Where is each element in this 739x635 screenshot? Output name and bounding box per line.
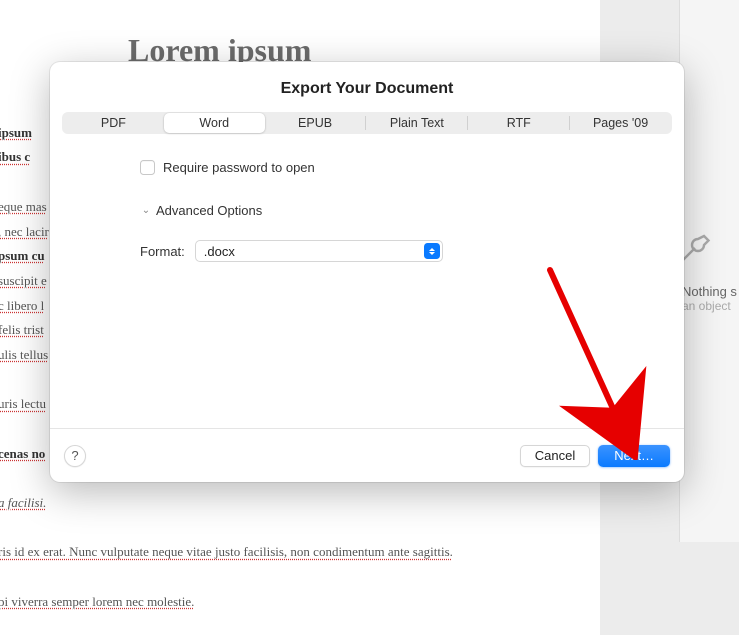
tab-pdf[interactable]: PDF bbox=[63, 113, 164, 133]
dialog-footer: ? Cancel Next… bbox=[50, 428, 684, 482]
chevron-down-icon: ⌄ bbox=[140, 205, 152, 216]
require-password-label: Require password to open bbox=[163, 160, 315, 175]
advanced-options-toggle[interactable]: ⌄ Advanced Options bbox=[140, 203, 594, 218]
format-label: Format: bbox=[140, 244, 185, 259]
next-button-label: Next… bbox=[614, 448, 654, 463]
modal-overlay: Export Your Document PDFWordEPUBPlain Te… bbox=[0, 0, 739, 542]
format-row: Format: .docx bbox=[140, 240, 594, 262]
cancel-button-label: Cancel bbox=[535, 448, 575, 463]
tab-epub[interactable]: EPUB bbox=[265, 113, 366, 133]
format-tabs: PDFWordEPUBPlain TextRTFPages '09 bbox=[62, 112, 672, 134]
help-icon: ? bbox=[71, 448, 78, 463]
require-password-checkbox[interactable] bbox=[140, 160, 155, 175]
tab-plain-text[interactable]: Plain Text bbox=[366, 113, 467, 133]
next-button[interactable]: Next… bbox=[598, 445, 670, 467]
select-stepper-icon bbox=[424, 243, 440, 259]
cancel-button[interactable]: Cancel bbox=[520, 445, 590, 467]
tab-rtf[interactable]: RTF bbox=[468, 113, 569, 133]
help-button[interactable]: ? bbox=[64, 445, 86, 467]
tab-word[interactable]: Word bbox=[164, 113, 265, 133]
export-dialog: Export Your Document PDFWordEPUBPlain Te… bbox=[50, 62, 684, 482]
dialog-body: Require password to open ⌄ Advanced Opti… bbox=[50, 134, 684, 428]
doc-line bbox=[0, 565, 600, 590]
dialog-title: Export Your Document bbox=[50, 62, 684, 112]
format-select[interactable]: .docx bbox=[195, 240, 443, 262]
doc-line: ris id ex erat. Nunc vulputate neque vit… bbox=[0, 540, 600, 565]
tab-pages-09[interactable]: Pages '09 bbox=[570, 113, 671, 133]
doc-line: pi viverra semper lorem nec molestie. bbox=[0, 590, 600, 615]
advanced-options-label: Advanced Options bbox=[156, 203, 262, 218]
format-value: .docx bbox=[204, 244, 235, 259]
require-password-row[interactable]: Require password to open bbox=[140, 160, 594, 175]
